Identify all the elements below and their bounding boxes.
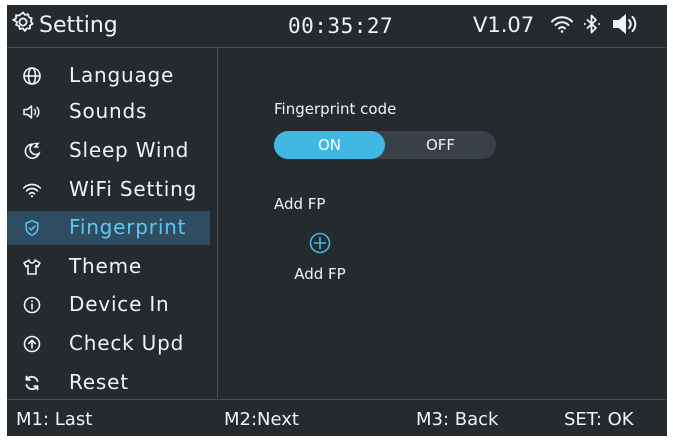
status-bar: Setting 00:35:27 V1.07 (7, 5, 667, 48)
fingerprint-panel: Fingerprint code ON OFF Add FP Add FP (218, 48, 667, 398)
page-title: Setting (11, 10, 118, 40)
shield-check-icon (22, 218, 42, 238)
menu-item-label: Theme (69, 254, 142, 278)
menu-item-label: WiFi Setting (69, 177, 198, 201)
softkey-bar: M1: Last M2:Next M3: Back SET: OK (7, 399, 667, 436)
softkey-m3[interactable]: M3: Back (416, 409, 498, 430)
gear-icon (11, 10, 35, 40)
menu-item-label: Fingerprint (69, 215, 187, 239)
clock: 00:35:27 (288, 14, 394, 38)
menu-item-check-update[interactable]: Check Upd (7, 327, 217, 361)
menu-item-wifi[interactable]: WiFi Setting (7, 173, 217, 207)
menu-item-reset[interactable]: Reset (7, 366, 217, 400)
add-fp-heading: Add FP (274, 195, 326, 213)
status-icons (550, 13, 640, 39)
softkey-m1[interactable]: M1: Last (16, 409, 92, 430)
menu-item-label: Sleep Wind (69, 138, 190, 162)
speaker-icon (612, 13, 640, 39)
speaker-outline-icon (22, 102, 42, 122)
upload-arrow-icon (22, 334, 42, 354)
fingerprint-code-toggle[interactable]: ON OFF (274, 131, 496, 159)
add-circle-icon (309, 232, 331, 254)
menu-item-sounds[interactable]: Sounds (7, 95, 217, 129)
softkey-m2[interactable]: M2:Next (224, 409, 299, 430)
menu-item-theme[interactable]: Theme (7, 250, 217, 284)
menu-item-fingerprint[interactable]: Fingerprint (7, 211, 210, 245)
menu-item-sleep[interactable]: Sleep Wind (7, 134, 217, 168)
wifi-icon (22, 180, 42, 200)
device-screen: Setting 00:35:27 V1.07 Language Sounds S… (7, 5, 667, 436)
add-fp-button-label: Add FP (294, 265, 346, 283)
fingerprint-code-label: Fingerprint code (274, 100, 397, 118)
info-icon (22, 295, 42, 315)
toggle-off-option[interactable]: OFF (385, 131, 496, 159)
wifi-icon (550, 14, 574, 38)
menu-item-label: Check Upd (69, 331, 185, 355)
menu-item-label: Sounds (69, 99, 148, 123)
bluetooth-icon (583, 13, 603, 39)
menu-item-label: Reset (69, 370, 129, 394)
globe-icon (22, 66, 42, 86)
softkey-set[interactable]: SET: OK (564, 409, 634, 430)
firmware-version: V1.07 (473, 13, 535, 37)
menu-item-device-info[interactable]: Device In (7, 288, 217, 322)
page-title-text: Setting (39, 12, 118, 38)
settings-menu: Language Sounds Sleep Wind WiFi Setting … (7, 48, 218, 398)
menu-item-label: Language (69, 63, 175, 87)
menu-item-language[interactable]: Language (7, 59, 217, 93)
tshirt-icon (22, 257, 42, 277)
toggle-on-option[interactable]: ON (274, 131, 385, 159)
moon-sleep-icon (22, 141, 42, 161)
add-fp-button[interactable]: Add FP (284, 232, 356, 294)
refresh-icon (22, 373, 42, 393)
menu-item-label: Device In (69, 292, 170, 316)
